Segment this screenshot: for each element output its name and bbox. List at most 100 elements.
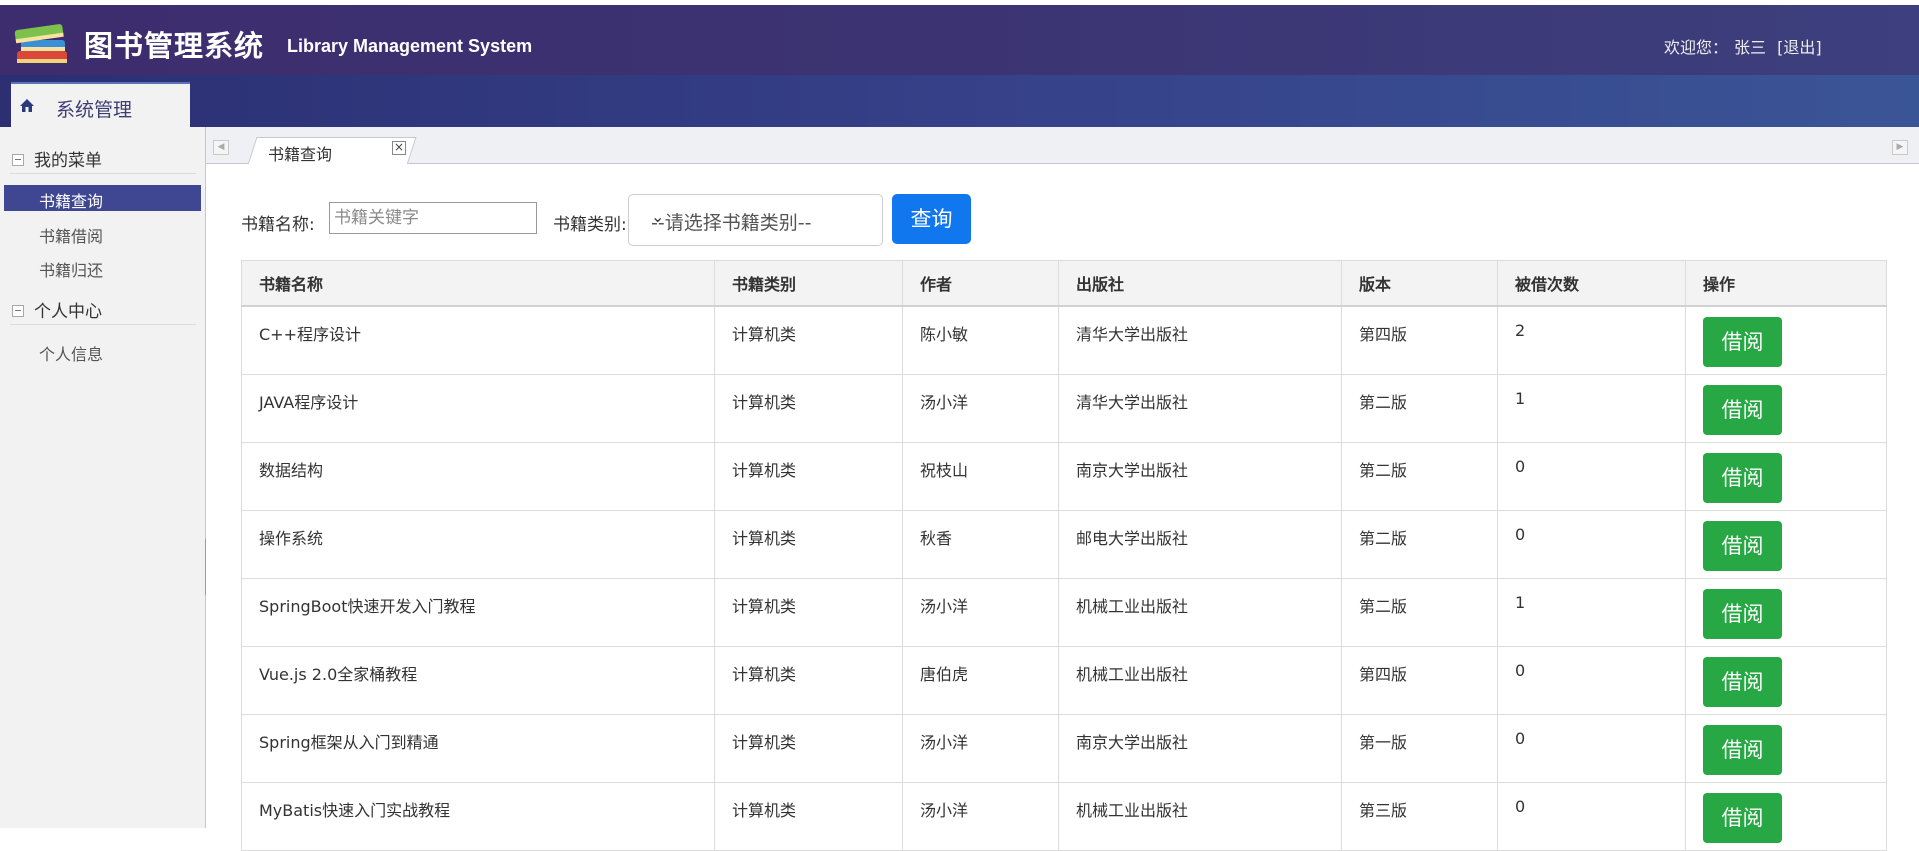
table-row: JAVA程序设计 计算机类 汤小洋 清华大学出版社 第二版 1 借阅 [241, 373, 1887, 443]
book-name-cell: C++程序设计 [241, 305, 715, 375]
borrow-button[interactable]: 借阅 [1703, 724, 1782, 775]
table-row: Vue.js 2.0全家桶教程 计算机类 唐伯虎 机械工业出版社 第四版 0 借… [241, 645, 1887, 715]
column-header: 被借次数 [1497, 260, 1686, 307]
book-name-input[interactable] [329, 202, 537, 234]
author-cell: 汤小洋 [902, 713, 1059, 783]
edition-cell: 第三版 [1341, 781, 1498, 851]
borrow-count-cell: 0 [1497, 781, 1686, 851]
sidebar-item-label: 书籍归还 [39, 261, 104, 280]
nav-tab-system[interactable]: 系统管理 [11, 82, 190, 127]
main-content: 书籍名称: 书籍类别: --请选择书籍类别-- ⌄ 查询 书籍名称 书籍类别 作… [206, 164, 1919, 851]
book-name-cell: 数据结构 [241, 441, 715, 511]
sidebar-group-my-menu[interactable]: 我的菜单 [12, 146, 102, 171]
book-category-cell: 计算机类 [714, 577, 903, 647]
table-row: SpringBoot快速开发入门教程 计算机类 汤小洋 机械工业出版社 第二版 … [241, 577, 1887, 647]
chevron-down-icon: ⌄ [651, 207, 665, 226]
book-name-cell: Vue.js 2.0全家桶教程 [241, 645, 715, 715]
book-category-cell: 计算机类 [714, 441, 903, 511]
tabs-bar: ◀ 书籍查询 × ▶ [206, 127, 1919, 165]
sidebar: 我的菜单 书籍查询 书籍借阅 书籍归还 个人中心 个人信息 [0, 127, 206, 828]
book-table: 书籍名称 书籍类别 作者 出版社 版本 被借次数 操作 C++程序设计 计算机类… [241, 260, 1887, 851]
borrow-button[interactable]: 借阅 [1703, 520, 1782, 571]
action-cell: 借阅 [1685, 645, 1887, 715]
book-name-cell: MyBatis快速入门实战教程 [241, 781, 715, 851]
sidebar-item-label: 个人信息 [39, 345, 104, 364]
publisher-cell: 机械工业出版社 [1058, 645, 1342, 715]
borrow-button[interactable]: 借阅 [1703, 792, 1782, 843]
column-header: 书籍名称 [241, 260, 715, 307]
book-category-cell: 计算机类 [714, 781, 903, 851]
book-name-label: 书籍名称: [241, 215, 315, 235]
action-cell: 借阅 [1685, 441, 1887, 511]
column-header: 作者 [902, 260, 1059, 307]
column-header: 操作 [1685, 260, 1887, 307]
main-nav: 系统管理 [0, 75, 1919, 127]
publisher-cell: 清华大学出版社 [1058, 373, 1342, 443]
edition-cell: 第一版 [1341, 713, 1498, 783]
query-button[interactable]: 查询 [892, 194, 971, 244]
sidebar-item-book-return[interactable]: 书籍归还 [4, 254, 201, 280]
borrow-count-cell: 0 [1497, 645, 1686, 715]
sidebar-item-label: 书籍借阅 [39, 227, 104, 246]
borrow-button[interactable]: 借阅 [1703, 656, 1782, 707]
table-row: 数据结构 计算机类 祝枝山 南京大学出版社 第二版 0 借阅 [241, 441, 1887, 511]
book-category-select[interactable]: --请选择书籍类别-- ⌄ [628, 194, 883, 246]
action-cell: 借阅 [1685, 509, 1887, 579]
welcome-area: 欢迎您： 张三 [退出] [1664, 34, 1822, 58]
sidebar-item-book-search[interactable]: 书籍查询 [4, 185, 201, 211]
author-cell: 秋香 [902, 509, 1059, 579]
sidebar-group-personal-center[interactable]: 个人中心 [12, 297, 102, 322]
sidebar-item-personal-info[interactable]: 个人信息 [4, 338, 201, 364]
welcome-label: 欢迎您： [1664, 38, 1729, 57]
publisher-cell: 清华大学出版社 [1058, 305, 1342, 375]
column-header: 书籍类别 [714, 260, 903, 307]
borrow-button[interactable]: 借阅 [1703, 317, 1782, 367]
author-cell: 祝枝山 [902, 441, 1059, 511]
book-category-cell: 计算机类 [714, 509, 903, 579]
publisher-cell: 邮电大学出版社 [1058, 509, 1342, 579]
scroll-right-icon[interactable]: ▶ [1892, 140, 1908, 155]
author-cell: 陈小敏 [902, 305, 1059, 375]
scroll-left-icon[interactable]: ◀ [213, 140, 229, 155]
logout-link[interactable]: [退出] [1777, 38, 1822, 57]
sidebar-item-label: 书籍查询 [39, 192, 104, 211]
system-title: 图书管理系统 [84, 29, 265, 63]
borrow-count-cell: 0 [1497, 509, 1686, 579]
action-cell: 借阅 [1685, 781, 1887, 851]
collapse-toggle-icon [12, 305, 24, 317]
table-header-row: 书籍名称 书籍类别 作者 出版社 版本 被借次数 操作 [241, 260, 1887, 307]
borrow-count-cell: 1 [1497, 373, 1686, 443]
close-icon[interactable]: × [392, 141, 406, 155]
sidebar-group-label: 个人中心 [34, 302, 102, 322]
publisher-cell: 南京大学出版社 [1058, 441, 1342, 511]
table-row: Spring框架从入门到精通 计算机类 汤小洋 南京大学出版社 第一版 0 借阅 [241, 713, 1887, 783]
author-cell: 唐伯虎 [902, 645, 1059, 715]
borrow-count-cell: 2 [1497, 305, 1686, 375]
sidebar-item-book-borrow[interactable]: 书籍借阅 [4, 220, 201, 246]
book-category-cell: 计算机类 [714, 305, 903, 375]
tab-label: 书籍查询 [268, 145, 333, 164]
sidebar-group-label: 我的菜单 [34, 151, 102, 171]
edition-cell: 第四版 [1341, 305, 1498, 375]
action-cell: 借阅 [1685, 577, 1887, 647]
edition-cell: 第二版 [1341, 441, 1498, 511]
action-cell: 借阅 [1685, 713, 1887, 783]
column-header: 出版社 [1058, 260, 1342, 307]
user-name: 张三 [1734, 38, 1767, 57]
borrow-count-cell: 0 [1497, 441, 1686, 511]
home-icon [20, 99, 34, 112]
borrow-button[interactable]: 借阅 [1703, 588, 1782, 639]
collapse-toggle-icon [12, 154, 24, 166]
book-name-cell: 操作系统 [241, 509, 715, 579]
action-cell: 借阅 [1685, 373, 1887, 443]
column-header: 版本 [1341, 260, 1498, 307]
borrow-button[interactable]: 借阅 [1703, 384, 1782, 435]
book-category-cell: 计算机类 [714, 645, 903, 715]
edition-cell: 第二版 [1341, 577, 1498, 647]
edition-cell: 第二版 [1341, 509, 1498, 579]
divider [10, 173, 196, 174]
publisher-cell: 机械工业出版社 [1058, 577, 1342, 647]
book-category-cell: 计算机类 [714, 373, 903, 443]
borrow-button[interactable]: 借阅 [1703, 452, 1782, 503]
author-cell: 汤小洋 [902, 373, 1059, 443]
